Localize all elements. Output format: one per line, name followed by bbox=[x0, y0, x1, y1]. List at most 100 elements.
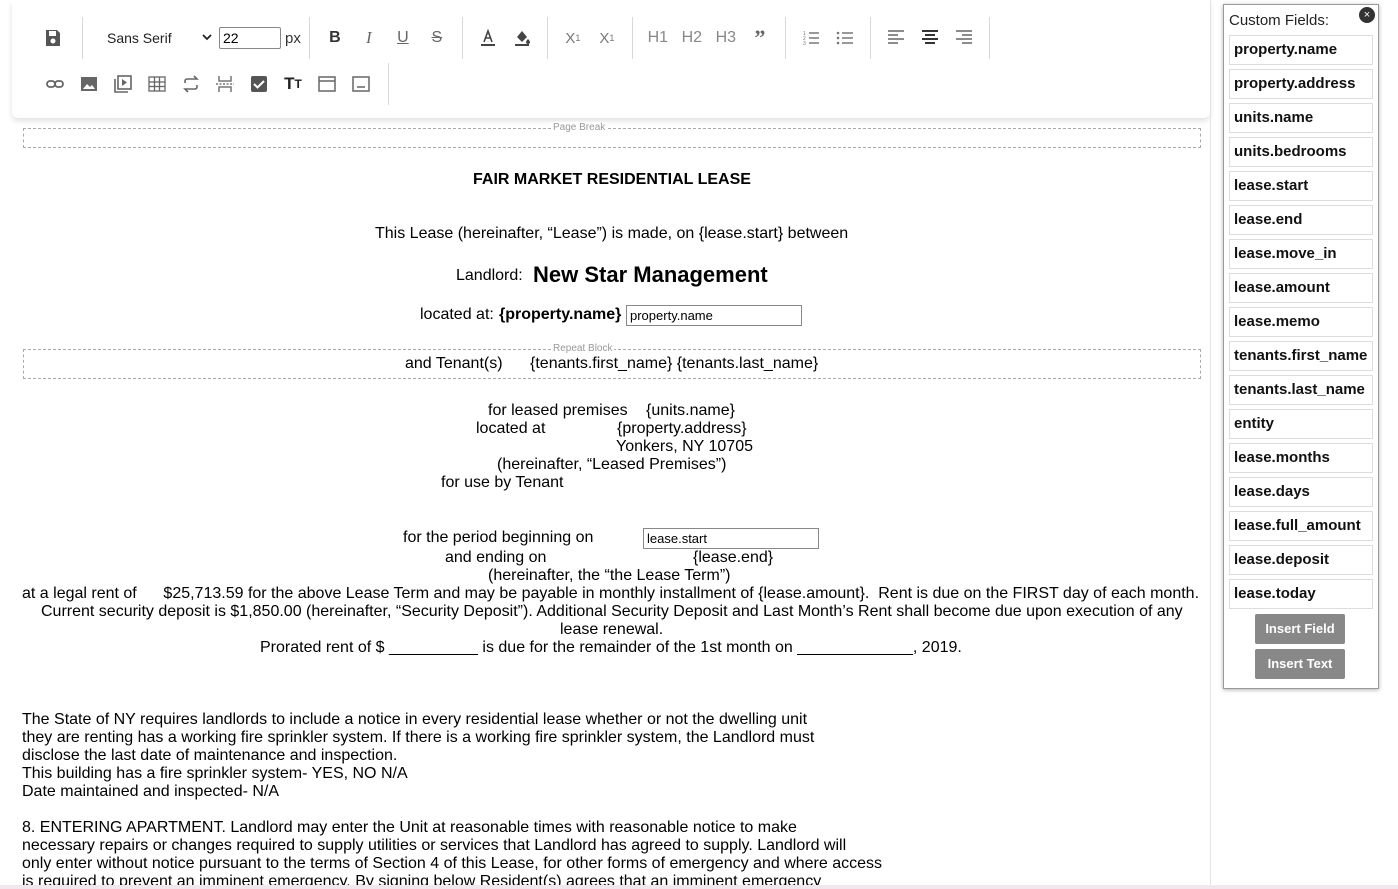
underline-icon[interactable]: U bbox=[386, 21, 420, 55]
editor-toolbar: Sans Serif px B I U S X1 X1 H1 H2 H3 ” 1… bbox=[12, 0, 1210, 118]
custom-fields-panel: Custom Fields: × property.name property.… bbox=[1223, 4, 1379, 689]
align-left-icon[interactable] bbox=[879, 21, 913, 55]
custom-field-item[interactable]: lease.end bbox=[1229, 205, 1373, 235]
table-icon[interactable] bbox=[140, 67, 174, 101]
checkbox-icon[interactable] bbox=[242, 67, 276, 101]
custom-field-item[interactable]: lease.deposit bbox=[1229, 545, 1373, 575]
toolbar-separator bbox=[784, 17, 786, 59]
custom-field-item[interactable]: property.address bbox=[1229, 69, 1373, 99]
svg-text:3: 3 bbox=[803, 41, 806, 47]
custom-field-item[interactable]: tenants.first_name bbox=[1229, 341, 1373, 371]
premises-use: for use by Tenant bbox=[441, 474, 564, 491]
rent-line: at a legal rent of $25,713.59 for the ab… bbox=[22, 585, 1200, 602]
prorated-line: Prorated rent of $ __________ is due for… bbox=[260, 639, 962, 656]
lease-title: FAIR MARKET RESIDENTIAL LEASE bbox=[473, 171, 751, 188]
window-bottom-edge bbox=[0, 885, 1398, 889]
custom-field-item[interactable]: lease.months bbox=[1229, 443, 1373, 473]
toolbar-separator bbox=[869, 17, 871, 59]
chevron-down-icon bbox=[201, 30, 213, 46]
sprinkler-line: The State of NY requires landlords to in… bbox=[22, 711, 808, 728]
align-right-icon[interactable] bbox=[947, 21, 981, 55]
custom-field-item[interactable]: lease.move_in bbox=[1229, 239, 1373, 269]
custom-field-item[interactable]: units.name bbox=[1229, 103, 1373, 133]
link-icon[interactable] bbox=[38, 67, 72, 101]
premises-value: {units.name} bbox=[646, 402, 735, 419]
toolbar-separator bbox=[988, 17, 990, 59]
italic-icon[interactable]: I bbox=[352, 21, 386, 55]
sprinkler-line: Date maintained and inspected- N/A bbox=[22, 783, 280, 800]
toolbar-separator bbox=[388, 63, 389, 105]
superscript-icon[interactable]: X1 bbox=[556, 21, 590, 55]
deposit-line-2: lease renewal. bbox=[560, 621, 664, 638]
heading-2-button[interactable]: H2 bbox=[675, 21, 709, 55]
page-break-icon[interactable] bbox=[208, 67, 242, 101]
footer-block-icon[interactable] bbox=[344, 67, 378, 101]
blockquote-icon[interactable]: ” bbox=[743, 21, 777, 55]
toolbar-separator bbox=[631, 17, 633, 59]
custom-field-item[interactable]: lease.today bbox=[1229, 579, 1373, 609]
sprinkler-line: they are renting has a working fire spri… bbox=[22, 729, 815, 746]
premises-located-label: located at bbox=[476, 420, 546, 437]
sprinkler-line: This building has a fire sprinkler syste… bbox=[22, 765, 408, 782]
entering-line: necessary repairs or changes required to… bbox=[22, 837, 847, 854]
premises-city: Yonkers, NY 10705 bbox=[616, 438, 753, 455]
custom-field-item[interactable]: tenants.last_name bbox=[1229, 375, 1373, 405]
toolbar-separator bbox=[308, 17, 310, 59]
font-family-select[interactable]: Sans Serif bbox=[107, 30, 217, 46]
custom-field-item[interactable]: lease.amount bbox=[1229, 273, 1373, 303]
deposit-line: Current security deposit is $1,850.00 (h… bbox=[41, 603, 1183, 620]
insert-field-button[interactable]: Insert Field bbox=[1255, 614, 1345, 644]
custom-field-item[interactable]: lease.full_amount bbox=[1229, 511, 1373, 541]
font-family-value: Sans Serif bbox=[107, 30, 172, 46]
custom-field-item[interactable]: entity bbox=[1229, 409, 1373, 439]
toolbar-separator bbox=[461, 17, 463, 59]
document-editor[interactable]: Page Break FAIR MARKET RESIDENTIAL LEASE… bbox=[14, 120, 1209, 889]
custom-field-item[interactable]: units.bedrooms bbox=[1229, 137, 1373, 167]
toolbar-row-insert: TT bbox=[38, 63, 397, 105]
header-block-icon[interactable] bbox=[310, 67, 344, 101]
ending-label: and ending on bbox=[445, 549, 547, 566]
entering-line: only enter without notice pursuant to th… bbox=[22, 855, 883, 872]
tenants-value: {tenants.first_name} {tenants.last_name} bbox=[530, 355, 819, 372]
text-color-icon[interactable] bbox=[471, 21, 505, 55]
background-color-icon[interactable] bbox=[505, 21, 539, 55]
editor-right-border bbox=[1210, 0, 1211, 889]
align-center-icon[interactable] bbox=[913, 21, 947, 55]
custom-field-item[interactable]: lease.days bbox=[1229, 477, 1373, 507]
custom-field-item[interactable]: property.name bbox=[1229, 35, 1373, 65]
close-icon[interactable]: × bbox=[1359, 7, 1375, 23]
custom-fields-title: Custom Fields: bbox=[1229, 12, 1330, 29]
repeat-icon[interactable] bbox=[174, 67, 208, 101]
video-icon[interactable] bbox=[106, 67, 140, 101]
custom-field-item[interactable]: lease.start bbox=[1229, 171, 1373, 201]
located-at-value: {property.name} bbox=[499, 306, 622, 323]
page-break-label: Page Break bbox=[551, 122, 608, 133]
period-label: for the period beginning on bbox=[403, 529, 594, 546]
bold-icon[interactable]: B bbox=[318, 21, 352, 55]
heading-1-button[interactable]: H1 bbox=[641, 21, 675, 55]
page-break-block bbox=[23, 128, 1201, 148]
term-hereinafter: (hereinafter, the “the Lease Term”) bbox=[488, 567, 731, 584]
bullet-list-icon[interactable] bbox=[828, 21, 862, 55]
toolbar-separator bbox=[82, 17, 83, 59]
image-icon[interactable] bbox=[72, 67, 106, 101]
strikethrough-icon[interactable]: S bbox=[420, 21, 454, 55]
save-icon[interactable] bbox=[36, 21, 70, 55]
ordered-list-icon[interactable]: 123 bbox=[794, 21, 828, 55]
toolbar-row-formatting: Sans Serif px B I U S X1 X1 H1 H2 H3 ” 1… bbox=[36, 17, 998, 59]
premises-hereinafter: (hereinafter, “Leased Premises”) bbox=[497, 456, 727, 473]
font-size-input[interactable] bbox=[219, 27, 281, 49]
ending-value: {lease.end} bbox=[693, 549, 774, 566]
repeat-block-label: Repeat Block bbox=[551, 343, 615, 354]
custom-field-item[interactable]: lease.memo bbox=[1229, 307, 1373, 337]
heading-3-button[interactable]: H3 bbox=[709, 21, 743, 55]
subscript-icon[interactable]: X1 bbox=[590, 21, 624, 55]
lease-start-field[interactable]: lease.start bbox=[643, 528, 819, 549]
insert-text-button[interactable]: Insert Text bbox=[1255, 649, 1345, 679]
tenants-label: and Tenant(s) bbox=[405, 355, 503, 372]
landlord-name: New Star Management bbox=[533, 262, 768, 287]
located-at-label: located at: bbox=[420, 306, 494, 323]
property-name-field[interactable]: property.name bbox=[626, 305, 802, 326]
entering-line: 8. ENTERING APARTMENT. Landlord may ente… bbox=[22, 819, 797, 836]
text-size-icon[interactable]: TT bbox=[276, 67, 310, 101]
